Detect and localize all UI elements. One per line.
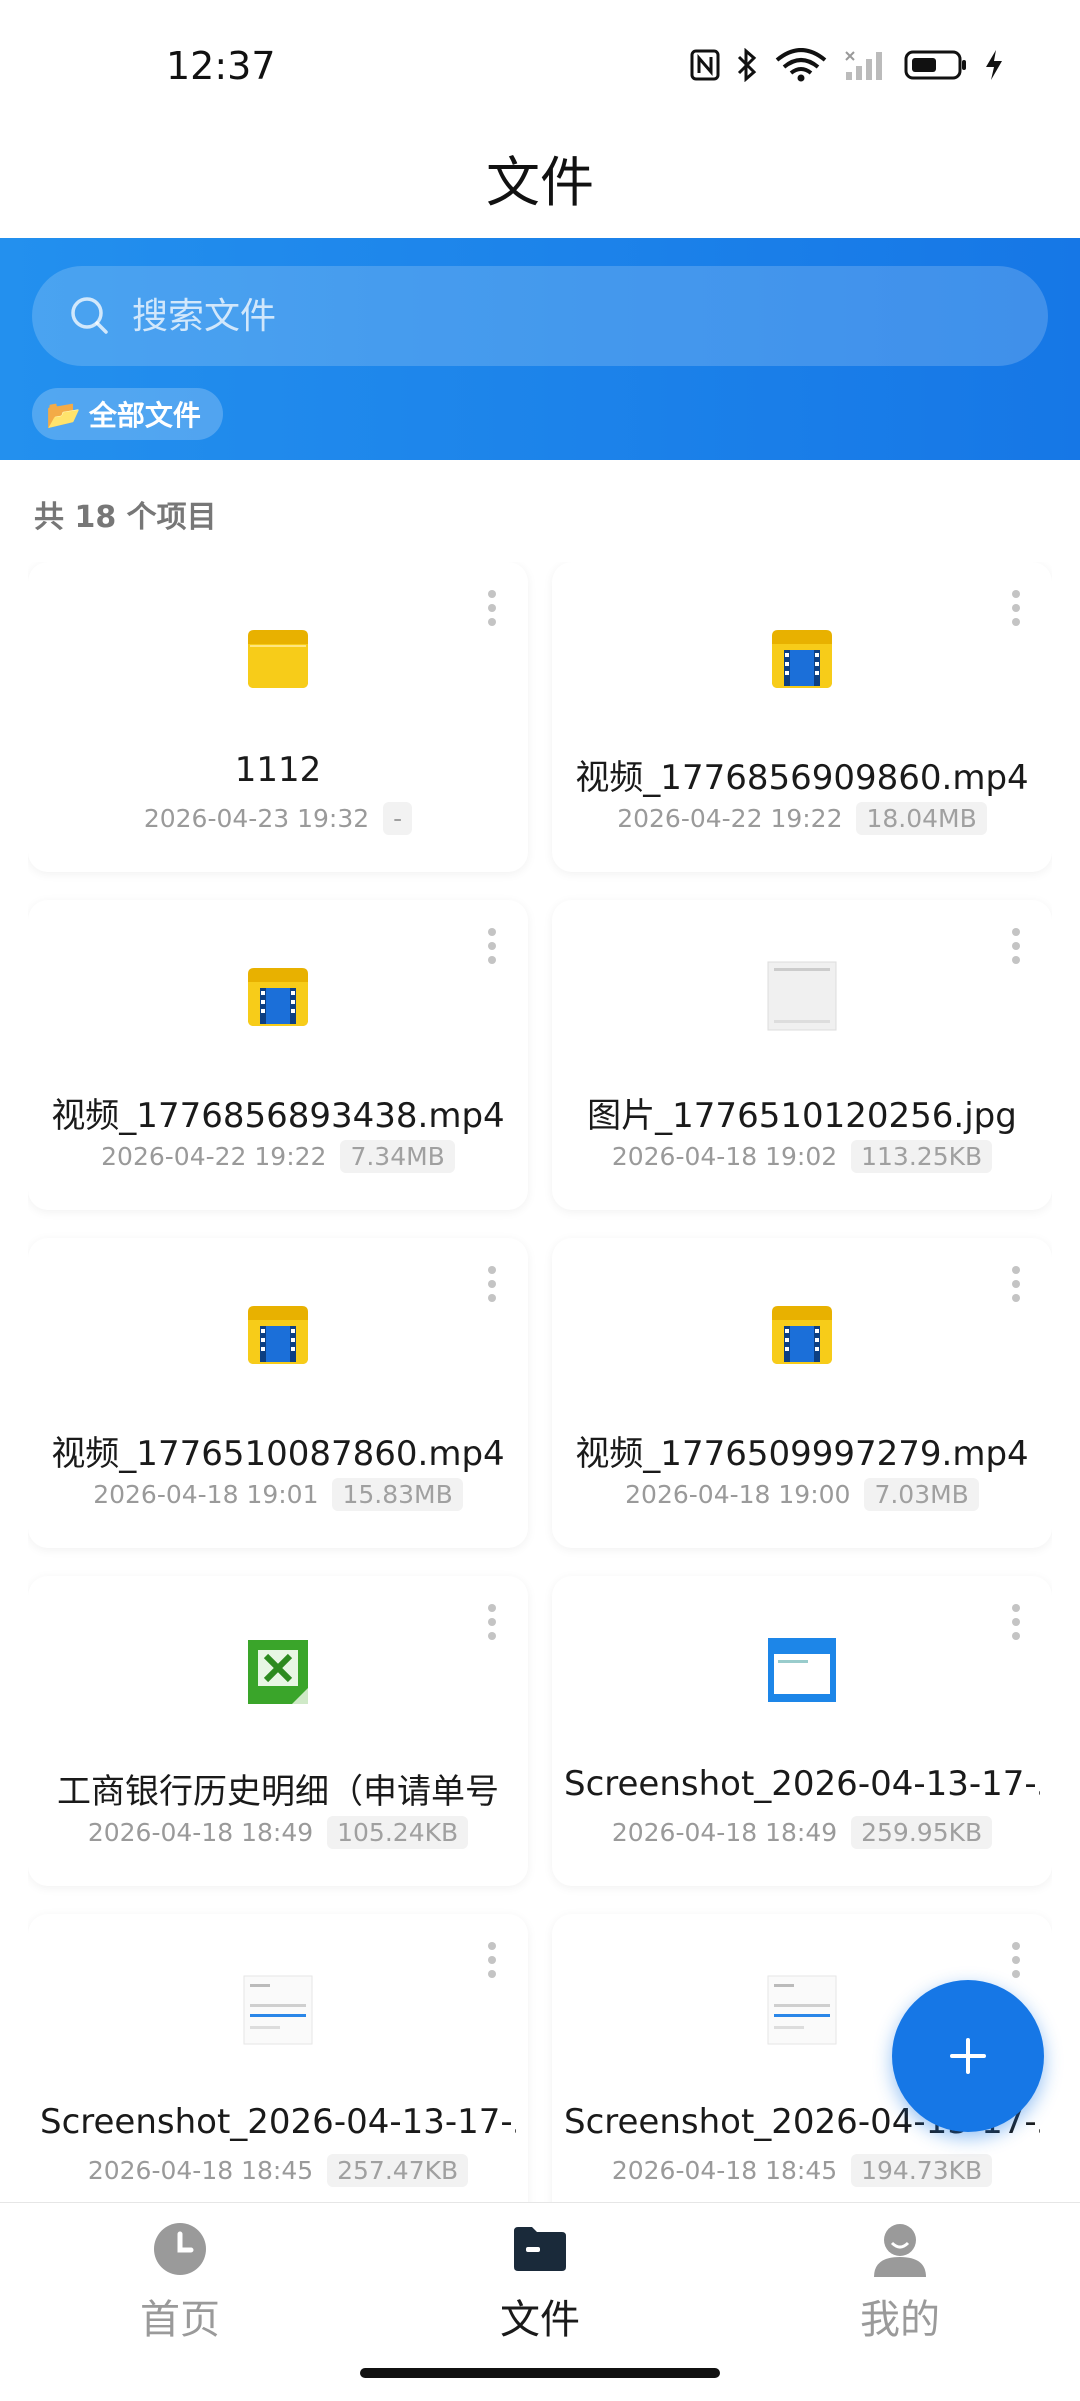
more-options-icon[interactable] [1010, 588, 1022, 628]
file-date: 2026-04-18 19:01 [93, 1480, 319, 1509]
file-size: 7.03MB [864, 1478, 979, 1511]
file-date: 2026-04-18 18:45 [611, 2156, 838, 2185]
file-name: 图片_1776510120256.jpg [587, 1096, 1017, 1136]
file-card[interactable]: 工商银行历史明细（申请单号 2026-04-18 18:49 105.24KB [28, 1576, 528, 1886]
file-date: 2026-04-18 18:49 [87, 1818, 314, 1847]
search-box[interactable] [32, 266, 1048, 366]
screenshot-thumbnail-icon [766, 1974, 838, 2046]
file-size: - [383, 802, 413, 835]
file-size: 7.34MB [340, 1140, 455, 1173]
file-date: 2026-04-18 19:02 [611, 1142, 838, 1171]
file-meta: 2026-04-23 19:32- [28, 802, 528, 835]
status-bar: 12:37 [0, 0, 1080, 130]
more-options-icon[interactable] [486, 926, 498, 966]
wifi-icon [774, 48, 828, 86]
more-options-icon[interactable] [1010, 1602, 1022, 1642]
file-card[interactable]: Screenshot_2026-04-13-17-5 2026-04-18 18… [552, 1576, 1052, 1886]
more-options-icon[interactable] [1010, 1940, 1022, 1980]
file-size: 105.24KB [327, 1816, 469, 1849]
file-name: 工商银行历史明细（申请单号 [57, 1772, 499, 1812]
file-size: 113.25KB [851, 1140, 993, 1173]
plus-icon [950, 2038, 986, 2074]
file-name: 1112 [234, 750, 322, 790]
file-size: 18.04MB [856, 802, 987, 835]
nav-item-home[interactable]: 首页 [80, 2221, 280, 2345]
video-folder-icon [242, 1298, 314, 1370]
file-meta: 2026-04-18 19:02 113.25KB [552, 1140, 1052, 1173]
nfc-icon [690, 49, 720, 85]
chip-label: 全部文件 [88, 399, 201, 432]
all-files-chip[interactable]: 📂 全部文件 [32, 388, 223, 440]
more-options-icon[interactable] [486, 588, 498, 628]
file-meta: 2026-04-18 18:45 257.47KB [28, 2154, 528, 2187]
excel-file-icon [242, 1636, 314, 1708]
file-name: 视频_1776510087860.mp4 [51, 1434, 505, 1474]
battery-icon [904, 49, 968, 85]
video-folder-icon [242, 960, 314, 1032]
search-icon [71, 297, 108, 334]
file-card[interactable]: 视频_1776856909860.mp4 2026-04-22 19:22 18.… [552, 562, 1052, 872]
file-meta: 2026-04-18 19:01 15.83MB [28, 1478, 528, 1511]
file-name: 视频_1776509997279.mp4 [575, 1434, 1029, 1474]
person-icon [874, 2224, 926, 2277]
search-banner: 📂 全部文件 [0, 238, 1080, 460]
file-card[interactable]: 1112 2026-04-23 19:32- [28, 562, 528, 872]
charging-icon [984, 48, 1004, 86]
page-title: 文件 [486, 151, 594, 214]
nav-item-files[interactable]: 文件 [440, 2221, 640, 2345]
file-size: 257.47KB [327, 2154, 469, 2187]
nav-item-profile[interactable]: 我的 [800, 2221, 1000, 2345]
more-options-icon[interactable] [486, 1940, 498, 1980]
video-folder-icon [766, 622, 838, 694]
file-meta: 2026-04-18 19:00 7.03MB [552, 1478, 1052, 1511]
screenshot-thumbnail-icon [766, 1636, 838, 1708]
file-name: Screenshot_2026-04-13-17-5 [40, 2102, 516, 2142]
video-folder-icon [766, 1298, 838, 1370]
file-meta: 2026-04-18 18:49 259.95KB [552, 1816, 1052, 1849]
file-grid: 1112 2026-04-23 19:32- 视频_1776856909860.… [28, 562, 1052, 2202]
file-name: 视频_1776856909860.mp4 [575, 758, 1029, 798]
file-card[interactable]: 视频_1776509997279.mp4 2026-04-18 19:00 7.0… [552, 1238, 1052, 1548]
file-card[interactable]: 视频_1776510087860.mp4 2026-04-18 19:01 15.… [28, 1238, 528, 1548]
more-options-icon[interactable] [486, 1264, 498, 1304]
file-date: 2026-04-18 18:45 [87, 2156, 314, 2185]
file-meta: 2026-04-18 18:49 105.24KB [28, 1816, 528, 1849]
folder-icon [242, 622, 314, 694]
file-size: 194.73KB [851, 2154, 993, 2187]
file-date: 2026-04-22 19:22 [101, 1142, 327, 1171]
file-date: 2026-04-22 19:22 [617, 804, 843, 833]
file-card[interactable]: Screenshot_2026-04-13-17-5 2026-04-18 18… [28, 1914, 528, 2202]
folder-open-icon: 📂 [46, 397, 81, 431]
more-options-icon[interactable] [486, 1602, 498, 1642]
file-date: 2026-04-23 19:32 [143, 804, 370, 833]
status-time: 12:37 [166, 44, 276, 88]
file-date: 2026-04-18 18:49 [611, 1818, 838, 1847]
image-thumbnail-icon [766, 960, 838, 1032]
file-meta: 2026-04-22 19:22 7.34MB [28, 1140, 528, 1173]
more-options-icon[interactable] [1010, 1264, 1022, 1304]
search-input[interactable] [130, 294, 994, 338]
screenshot-thumbnail-icon [242, 1974, 314, 2046]
item-count: 共 18 个项目 [34, 500, 217, 535]
signal-icon [844, 48, 888, 86]
bluetooth-icon [736, 47, 758, 86]
clock-icon [154, 2223, 206, 2275]
nav-label: 文件 [500, 2297, 580, 2343]
nav-label: 首页 [140, 2297, 220, 2343]
file-size: 15.83MB [332, 1478, 463, 1511]
file-name: Screenshot_2026-04-13-17-5 [564, 1764, 1040, 1804]
file-meta: 2026-04-18 18:45 194.73KB [552, 2154, 1052, 2187]
file-size: 259.95KB [851, 1816, 993, 1849]
file-name: 视频_1776856893438.mp4 [51, 1096, 505, 1136]
nav-label: 我的 [860, 2297, 940, 2343]
home-indicator[interactable] [360, 2368, 720, 2378]
file-card[interactable]: 图片_1776510120256.jpg 2026-04-18 19:02 113… [552, 900, 1052, 1210]
status-icons [690, 47, 1004, 86]
more-options-icon[interactable] [1010, 926, 1022, 966]
file-card[interactable]: 视频_1776856893438.mp4 2026-04-22 19:22 7.3… [28, 900, 528, 1210]
add-file-button[interactable] [892, 1980, 1044, 2132]
file-meta: 2026-04-22 19:22 18.04MB [552, 802, 1052, 835]
file-date: 2026-04-18 19:00 [625, 1480, 851, 1509]
folder-icon [514, 2227, 566, 2271]
